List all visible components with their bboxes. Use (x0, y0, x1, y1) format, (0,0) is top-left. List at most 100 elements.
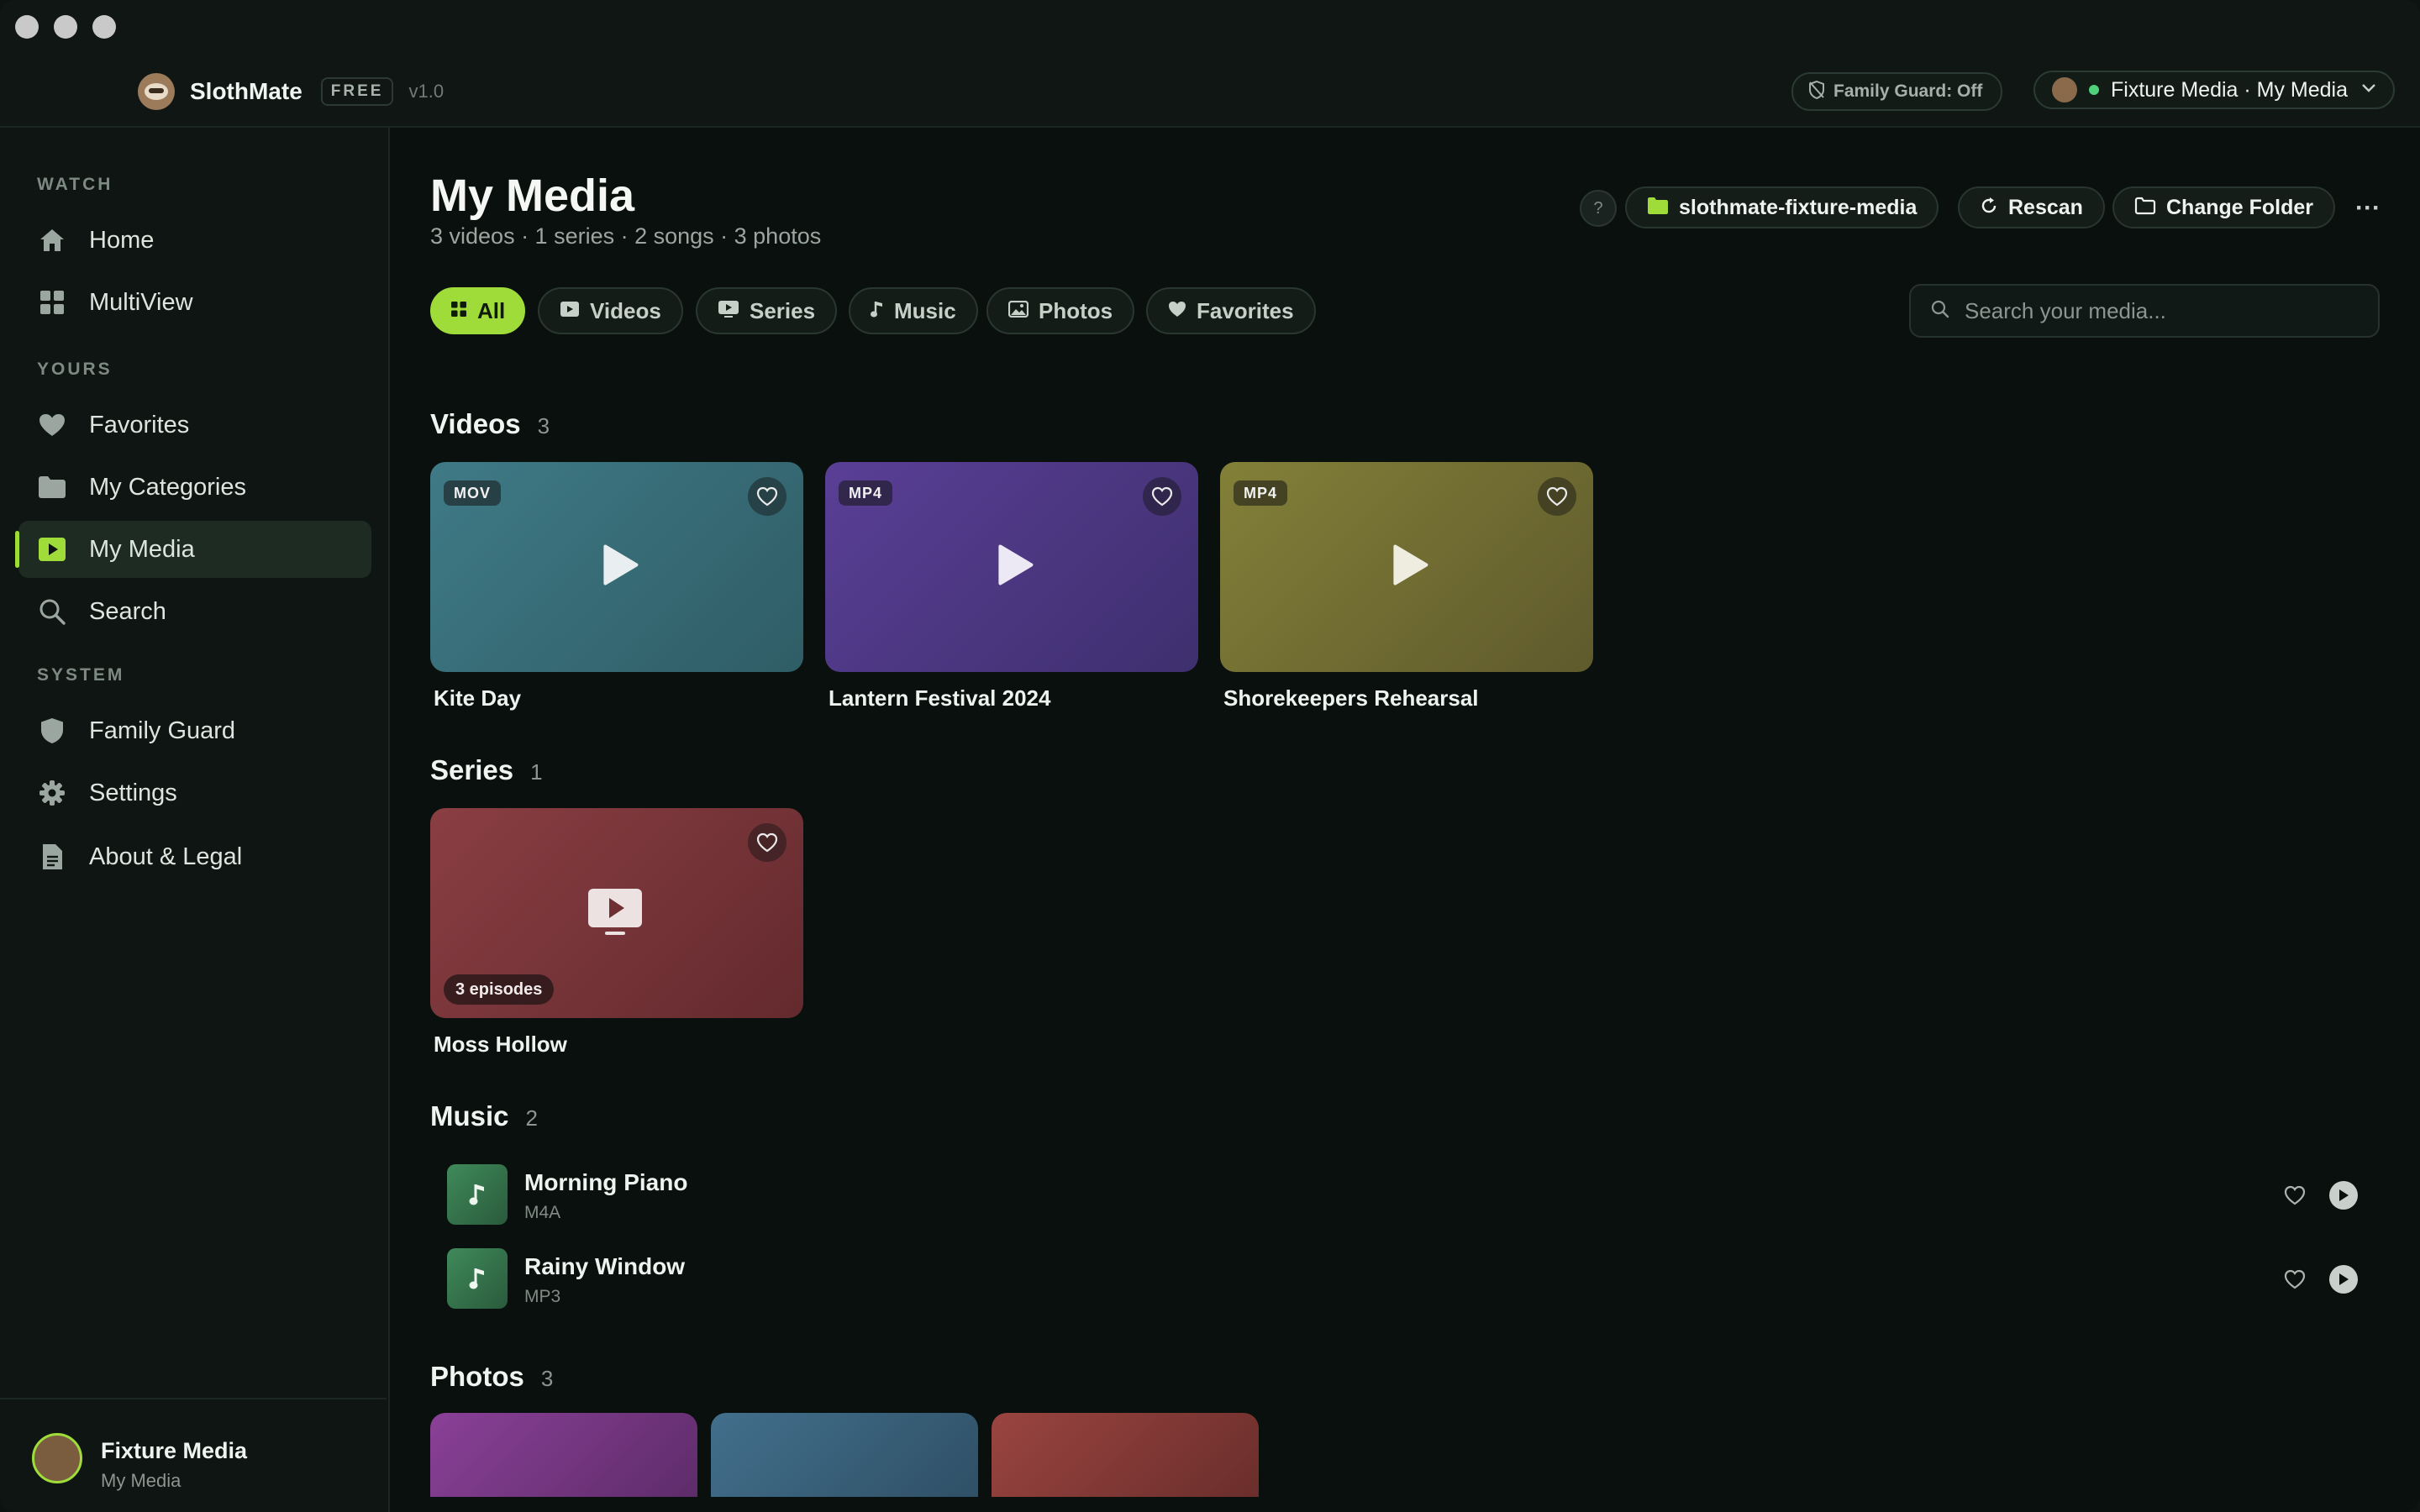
favorite-button[interactable] (2282, 1183, 2307, 1208)
filter-chip-videos[interactable]: Videos (538, 287, 683, 334)
filter-chip-label: All (477, 297, 506, 323)
episode-count-badge: 3 episodes (444, 974, 555, 1005)
brand: SlothMate FREE v1.0 (138, 72, 444, 111)
series-card-moss-hollow[interactable]: 3 episodes (430, 808, 803, 1018)
track-row[interactable]: Rainy Window MP3 (447, 1248, 2380, 1310)
video-card-lantern-festival[interactable]: MP4 (825, 462, 1198, 672)
favorite-button[interactable] (1143, 477, 1181, 516)
user-subtitle: My Media (101, 1470, 182, 1491)
video-icon (560, 301, 580, 322)
media-folder-label: slothmate-fixture-media (1679, 195, 1918, 219)
sidebar-item-label: Favorites (89, 411, 190, 438)
user-profile[interactable]: Fixture Media My Media (0, 1398, 387, 1512)
main-content: My Media 3 videos · 1 series · 2 songs ·… (390, 128, 2420, 1512)
track-row[interactable]: Morning Piano M4A (447, 1164, 2380, 1226)
plan-badge: FREE (320, 77, 394, 106)
account-switcher[interactable]: Fixture Media · My Media (2033, 71, 2395, 109)
minimize-window-button[interactable] (54, 15, 77, 39)
play-icon (2339, 1273, 2349, 1285)
video-card-shorekeepers-rehearsal[interactable]: MP4 (1220, 462, 1593, 672)
chevron-down-icon (2361, 82, 2376, 97)
sidebar-item-label: Home (89, 226, 155, 254)
play-icon (997, 544, 1034, 591)
change-folder-label: Change Folder (2166, 195, 2314, 219)
heart-outline-icon (2284, 1185, 2306, 1205)
sidebar-item-home[interactable]: Home (18, 212, 371, 269)
photo-thumbnail[interactable] (992, 1413, 1259, 1497)
section-count: 1 (530, 759, 543, 785)
search-icon (1931, 300, 1949, 323)
app-version: v1.0 (408, 81, 445, 102)
sidebar-item-search[interactable]: Search (18, 583, 371, 640)
heart-outline-icon (1151, 486, 1173, 507)
filter-chip-favorites[interactable]: Favorites (1146, 287, 1316, 334)
app-name: SlothMate (190, 78, 302, 104)
family-guard-status-pill[interactable]: Family Guard: Off (1791, 72, 2003, 111)
account-label: Fixture Media · My Media (2111, 77, 2349, 102)
format-badge: MP4 (1234, 480, 1288, 506)
change-folder-button[interactable]: Change Folder (2112, 186, 2336, 228)
sidebar-item-multiview[interactable]: MultiView (18, 274, 371, 331)
sidebar-section-system: SYSTEM (37, 665, 125, 685)
sidebar-item-about-legal[interactable]: About & Legal (18, 828, 371, 885)
music-section-header: Music 2 (430, 1100, 538, 1132)
play-track-button[interactable] (2329, 1265, 2358, 1294)
more-options-button[interactable]: ··· (2349, 190, 2386, 227)
help-button[interactable]: ? (1580, 190, 1617, 227)
music-note-icon (871, 300, 884, 323)
filter-chip-photos[interactable]: Photos (986, 287, 1135, 334)
filter-chip-label: Series (750, 297, 816, 323)
tv-icon (718, 300, 739, 323)
music-note-icon (469, 1268, 484, 1289)
sidebar-item-favorites[interactable]: Favorites (18, 396, 371, 454)
sidebar-item-label: My Media (89, 535, 195, 563)
video-title: Lantern Festival 2024 (829, 685, 1051, 711)
media-folder-button[interactable]: slothmate-fixture-media (1625, 186, 1939, 228)
filter-chip-music[interactable]: Music (849, 287, 978, 334)
user-name: Fixture Media (101, 1438, 248, 1463)
filter-chip-series[interactable]: Series (696, 287, 838, 334)
zoom-window-button[interactable] (92, 15, 116, 39)
filter-chip-label: Videos (590, 297, 661, 323)
media-search-box[interactable] (1909, 284, 2380, 338)
heart-outline-icon (2284, 1269, 2306, 1289)
video-card-kite-day[interactable]: MOV (430, 462, 803, 672)
filter-chip-all[interactable]: All (430, 287, 526, 334)
search-input[interactable] (1963, 297, 2370, 325)
favorite-button[interactable] (2282, 1267, 2307, 1292)
section-count: 3 (540, 1366, 554, 1391)
grid-icon (450, 301, 467, 322)
sidebar-item-my-categories[interactable]: My Categories (18, 459, 371, 516)
format-badge: MP4 (839, 480, 893, 506)
play-icon (1392, 544, 1428, 591)
play-track-button[interactable] (2329, 1181, 2358, 1210)
search-icon (37, 596, 67, 627)
sidebar-item-settings[interactable]: Settings (18, 764, 371, 822)
photo-thumbnail[interactable] (711, 1413, 978, 1497)
title-bar: SlothMate FREE v1.0 Family Guard: Off Fi… (0, 0, 2420, 128)
sloth-logo-icon (138, 73, 175, 110)
rescan-button[interactable]: Rescan (1958, 186, 2105, 228)
sidebar-item-label: Search (89, 597, 166, 625)
section-title: Videos (430, 408, 521, 439)
filter-chip-label: Photos (1039, 297, 1113, 323)
close-window-button[interactable] (15, 15, 39, 39)
track-artwork (447, 1248, 508, 1309)
favorite-button[interactable] (748, 823, 786, 862)
shield-off-icon (1808, 80, 1825, 103)
track-title: Morning Piano (524, 1169, 688, 1195)
image-icon (1007, 300, 1029, 322)
sidebar-item-label: Family Guard (89, 717, 236, 744)
sidebar-item-my-media[interactable]: My Media (15, 521, 371, 578)
play-square-icon (37, 534, 67, 564)
sidebar-section-watch: WATCH (37, 175, 113, 194)
online-status-dot (2089, 85, 2099, 95)
sidebar-item-label: Settings (89, 779, 177, 806)
page-title: My Media (430, 171, 635, 221)
favorite-button[interactable] (1538, 477, 1576, 516)
heart-icon (37, 410, 67, 440)
sidebar-item-family-guard[interactable]: Family Guard (18, 702, 371, 759)
photo-thumbnail[interactable] (430, 1413, 697, 1497)
favorite-button[interactable] (748, 477, 786, 516)
sidebar-section-yours: YOURS (37, 360, 113, 379)
